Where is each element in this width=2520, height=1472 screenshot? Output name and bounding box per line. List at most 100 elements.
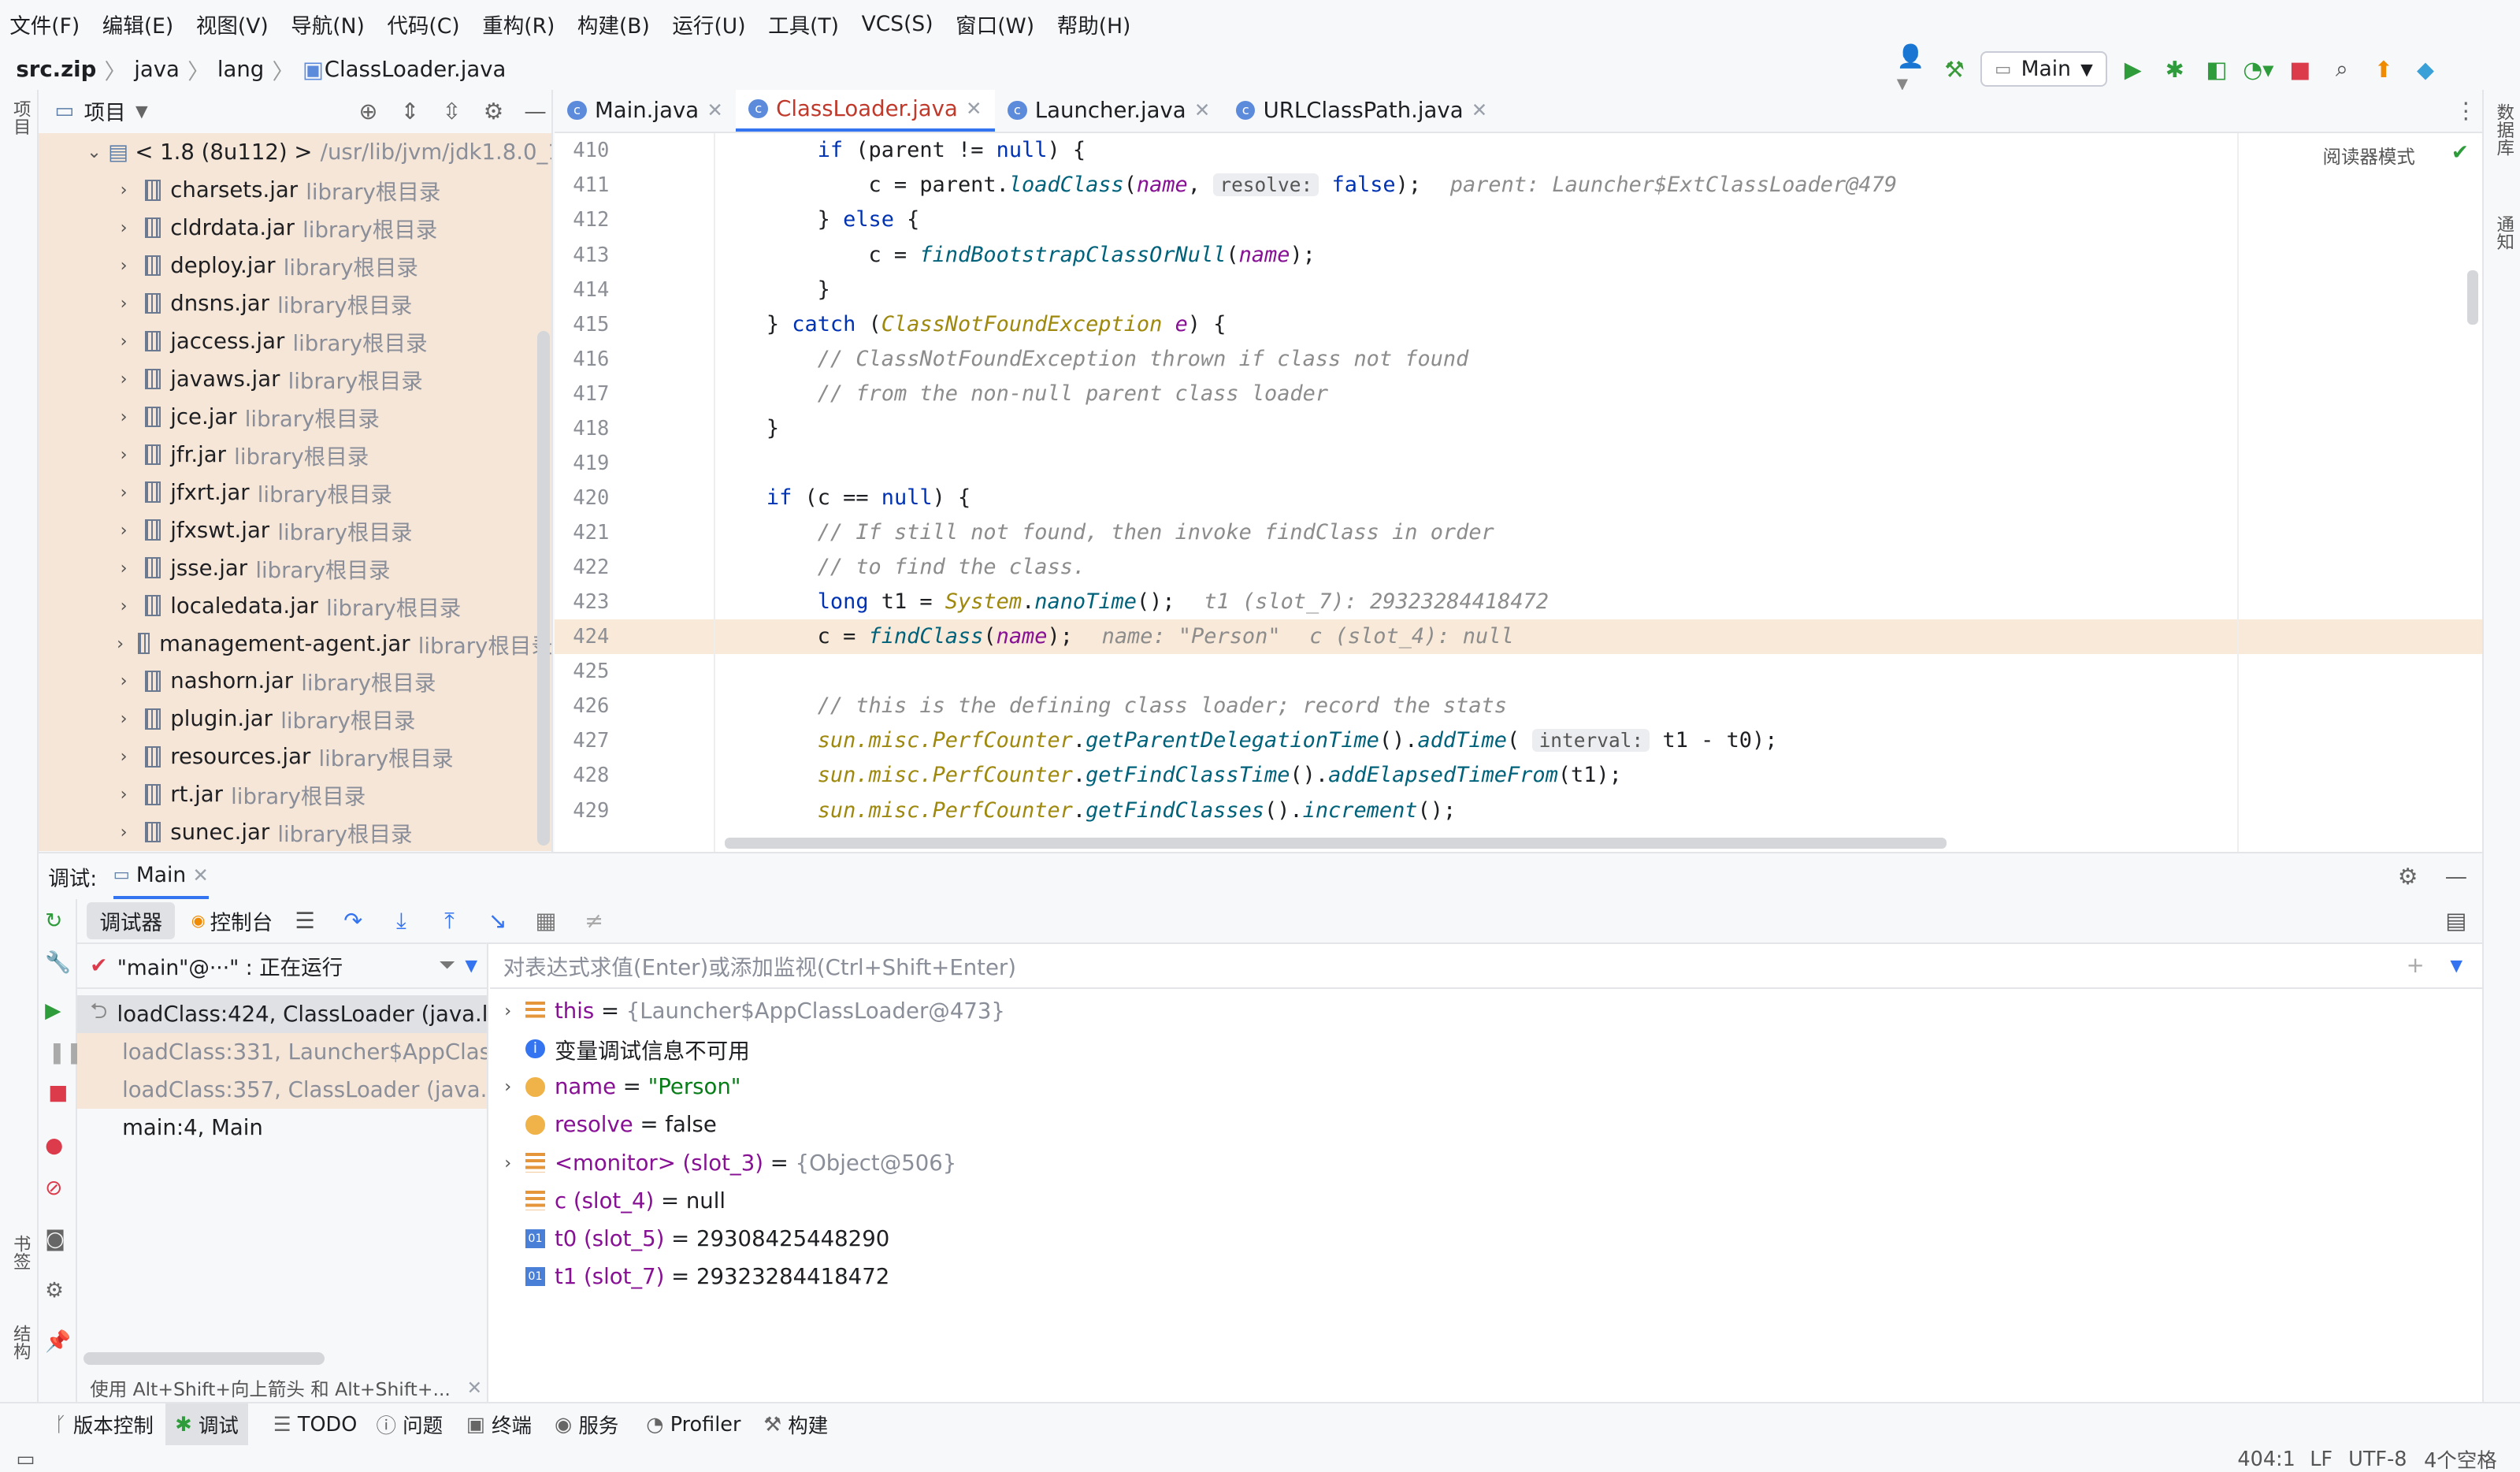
line-number[interactable]: 415 — [555, 307, 715, 342]
reader-mode-toggle[interactable]: 阅读器模式 — [2323, 142, 2415, 169]
stop-icon[interactable]: ■ — [48, 1080, 68, 1105]
menu-tools[interactable]: 工具(T) — [768, 9, 839, 39]
jar-node[interactable]: › plugin.jar library根目录 — [38, 700, 551, 738]
frame-item[interactable]: loadClass:357, ClassLoader (java.lang) — [76, 1070, 488, 1109]
jar-node[interactable]: › deploy.jar library根目录 — [38, 247, 551, 285]
chevron-right-icon[interactable]: › — [113, 369, 135, 389]
chevron-down-icon[interactable]: ▼ — [2450, 956, 2462, 975]
rerun-icon[interactable]: ↻ — [45, 909, 62, 933]
debug-session-tab[interactable]: ▭ Main ✕ — [113, 853, 209, 899]
chevron-down-icon[interactable]: ▼ — [465, 956, 477, 975]
stop-icon[interactable]: ■ — [2284, 53, 2317, 85]
thread-selector[interactable]: ✔ "main"@···" : 正在运行 ⏷ ▼ — [76, 943, 488, 989]
jar-node[interactable]: › management-agent.jar library根目录 — [38, 624, 551, 663]
menu-build[interactable]: 构建(B) — [577, 9, 650, 39]
chevron-right-icon[interactable]: › — [113, 407, 135, 427]
chevron-right-icon[interactable]: › — [113, 596, 135, 616]
line-number[interactable]: 424 — [554, 619, 716, 655]
locate-icon[interactable]: ⊕ — [352, 95, 384, 127]
check-icon[interactable]: ✔ — [2451, 140, 2469, 165]
hammer-icon[interactable]: ⚒ — [1939, 53, 1971, 85]
jar-node[interactable]: › resources.jar library根目录 — [38, 738, 551, 776]
line-number[interactable]: 411 — [555, 168, 715, 203]
line-number[interactable]: 423 — [555, 585, 715, 619]
step-out-icon[interactable]: ⤒ — [433, 905, 466, 937]
gear-icon[interactable]: ⚙ — [477, 95, 510, 127]
chevron-right-icon[interactable]: › — [113, 255, 135, 276]
tab-main-java[interactable]: c Main.java ✕ — [555, 90, 736, 132]
chevron-right-icon[interactable]: › — [113, 784, 135, 805]
minimize-icon[interactable]: — — [519, 95, 551, 127]
frame-item[interactable]: loadClass:331, Launcher$AppClassLoader (… — [76, 1032, 488, 1071]
chevron-right-icon[interactable]: › — [113, 708, 135, 729]
gear-icon[interactable]: ⚙ — [2392, 861, 2424, 893]
line-number[interactable]: 414 — [555, 273, 715, 307]
line-number[interactable]: 422 — [555, 550, 715, 585]
variable-row[interactable]: i 变量调试信息不可用 — [490, 1030, 2481, 1068]
more-tabs-icon[interactable]: ⋮ — [2450, 90, 2482, 132]
view-breakpoints-icon[interactable]: ● — [45, 1133, 63, 1158]
chevron-right-icon[interactable]: › — [113, 558, 135, 578]
jar-node[interactable]: › jaccess.jar library根目录 — [38, 322, 551, 360]
evaluate-icon[interactable]: ▦ — [530, 905, 562, 937]
run-icon[interactable]: ▶ — [2117, 53, 2149, 85]
variable-row[interactable]: › this = {Launcher$AppClassLoader@473} — [490, 992, 2481, 1030]
resume-icon[interactable]: ▶ — [45, 998, 61, 1023]
jar-node[interactable]: › javaws.jar library根目录 — [38, 359, 551, 398]
tab-console[interactable]: ◉ 控制台 — [191, 905, 273, 936]
frame-item[interactable]: main:4, Main — [77, 1109, 487, 1147]
close-icon[interactable]: ✕ — [966, 97, 982, 120]
chevron-right-icon[interactable]: › — [490, 1076, 525, 1097]
line-number[interactable]: 427 — [555, 723, 715, 758]
jar-node[interactable]: › jfxrt.jar library根目录 — [38, 473, 551, 511]
collapse-all-icon[interactable]: ⇳ — [436, 95, 468, 127]
close-icon[interactable]: ✕ — [1472, 99, 1488, 121]
sdk-node[interactable]: ⌄ ▤ < 1.8 (8u112) > /usr/lib/jvm/jdk1.8.… — [38, 133, 551, 172]
tab-launcher-java[interactable]: c Launcher.java ✕ — [995, 90, 1223, 132]
jar-node[interactable]: › jce.jar library根目录 — [38, 397, 551, 436]
mute-breakpoints-icon[interactable]: ⊘ — [45, 1176, 62, 1200]
search-icon[interactable]: ⌕ — [2326, 53, 2359, 85]
tab-version-control[interactable]: ᚴ 版本控制 — [54, 1403, 153, 1445]
tab-debug[interactable]: ✱ 调试 — [165, 1403, 249, 1446]
chevron-right-icon[interactable]: › — [113, 634, 128, 654]
database-tool-button[interactable]: 数据库 — [2492, 103, 2520, 162]
line-number[interactable]: 428 — [555, 758, 715, 793]
run-to-cursor-icon[interactable]: ↘ — [481, 905, 514, 937]
close-icon[interactable]: ✕ — [707, 99, 723, 121]
line-number[interactable]: 425 — [555, 654, 715, 689]
breadcrumb-java[interactable]: java — [134, 57, 180, 82]
chevron-right-icon[interactable]: › — [113, 217, 135, 238]
project-title[interactable]: 项目 — [84, 95, 126, 126]
jar-node[interactable]: › jfxswt.jar library根目录 — [38, 511, 551, 549]
chevron-down-icon[interactable]: ⌄ — [87, 142, 102, 162]
jar-node[interactable]: › jfr.jar library根目录 — [38, 435, 551, 474]
line-number[interactable]: 421 — [555, 515, 715, 550]
coverage-icon[interactable]: ◧ — [2200, 53, 2232, 85]
variable-row[interactable]: c (slot_4) = null — [490, 1182, 2481, 1220]
variable-row[interactable]: 01 t1 (slot_7) = 29323284418472 — [490, 1258, 2481, 1295]
menu-vcs[interactable]: VCS(S) — [862, 12, 933, 36]
variable-row[interactable]: › <monitor> (slot_3) = {Object@506} — [490, 1143, 2481, 1181]
menu-code[interactable]: 代码(C) — [387, 9, 459, 39]
menu-edit[interactable]: 编辑(E) — [102, 9, 173, 39]
chevron-right-icon[interactable]: › — [113, 293, 135, 314]
project-scrollbar[interactable] — [536, 331, 550, 846]
close-icon[interactable]: ✕ — [192, 864, 209, 887]
jetbrains-icon[interactable]: ◆ — [2410, 53, 2442, 85]
menu-window[interactable]: 窗口(W) — [956, 9, 1034, 39]
chevron-right-icon[interactable]: › — [490, 1153, 525, 1173]
close-icon[interactable]: ✕ — [466, 1377, 482, 1399]
filter-icon[interactable]: ⏷ — [439, 953, 455, 978]
line-number[interactable]: 418 — [555, 411, 715, 446]
line-separator[interactable]: LF — [2310, 1445, 2333, 1471]
line-number[interactable]: 412 — [555, 203, 715, 237]
layout-icon[interactable]: ▤ — [2440, 905, 2472, 937]
tab-classloader-java[interactable]: c ClassLoader.java ✕ — [736, 90, 995, 132]
frame-item[interactable]: ⮌ loadClass:424, ClassLoader (java.lang) — [76, 995, 488, 1033]
chevron-right-icon[interactable]: › — [113, 671, 135, 691]
tab-debugger[interactable]: 调试器 — [87, 901, 176, 939]
chevron-right-icon[interactable]: › — [113, 822, 135, 842]
expand-all-icon[interactable]: ⇕ — [394, 95, 426, 127]
frames-hscrollbar[interactable] — [84, 1352, 325, 1366]
